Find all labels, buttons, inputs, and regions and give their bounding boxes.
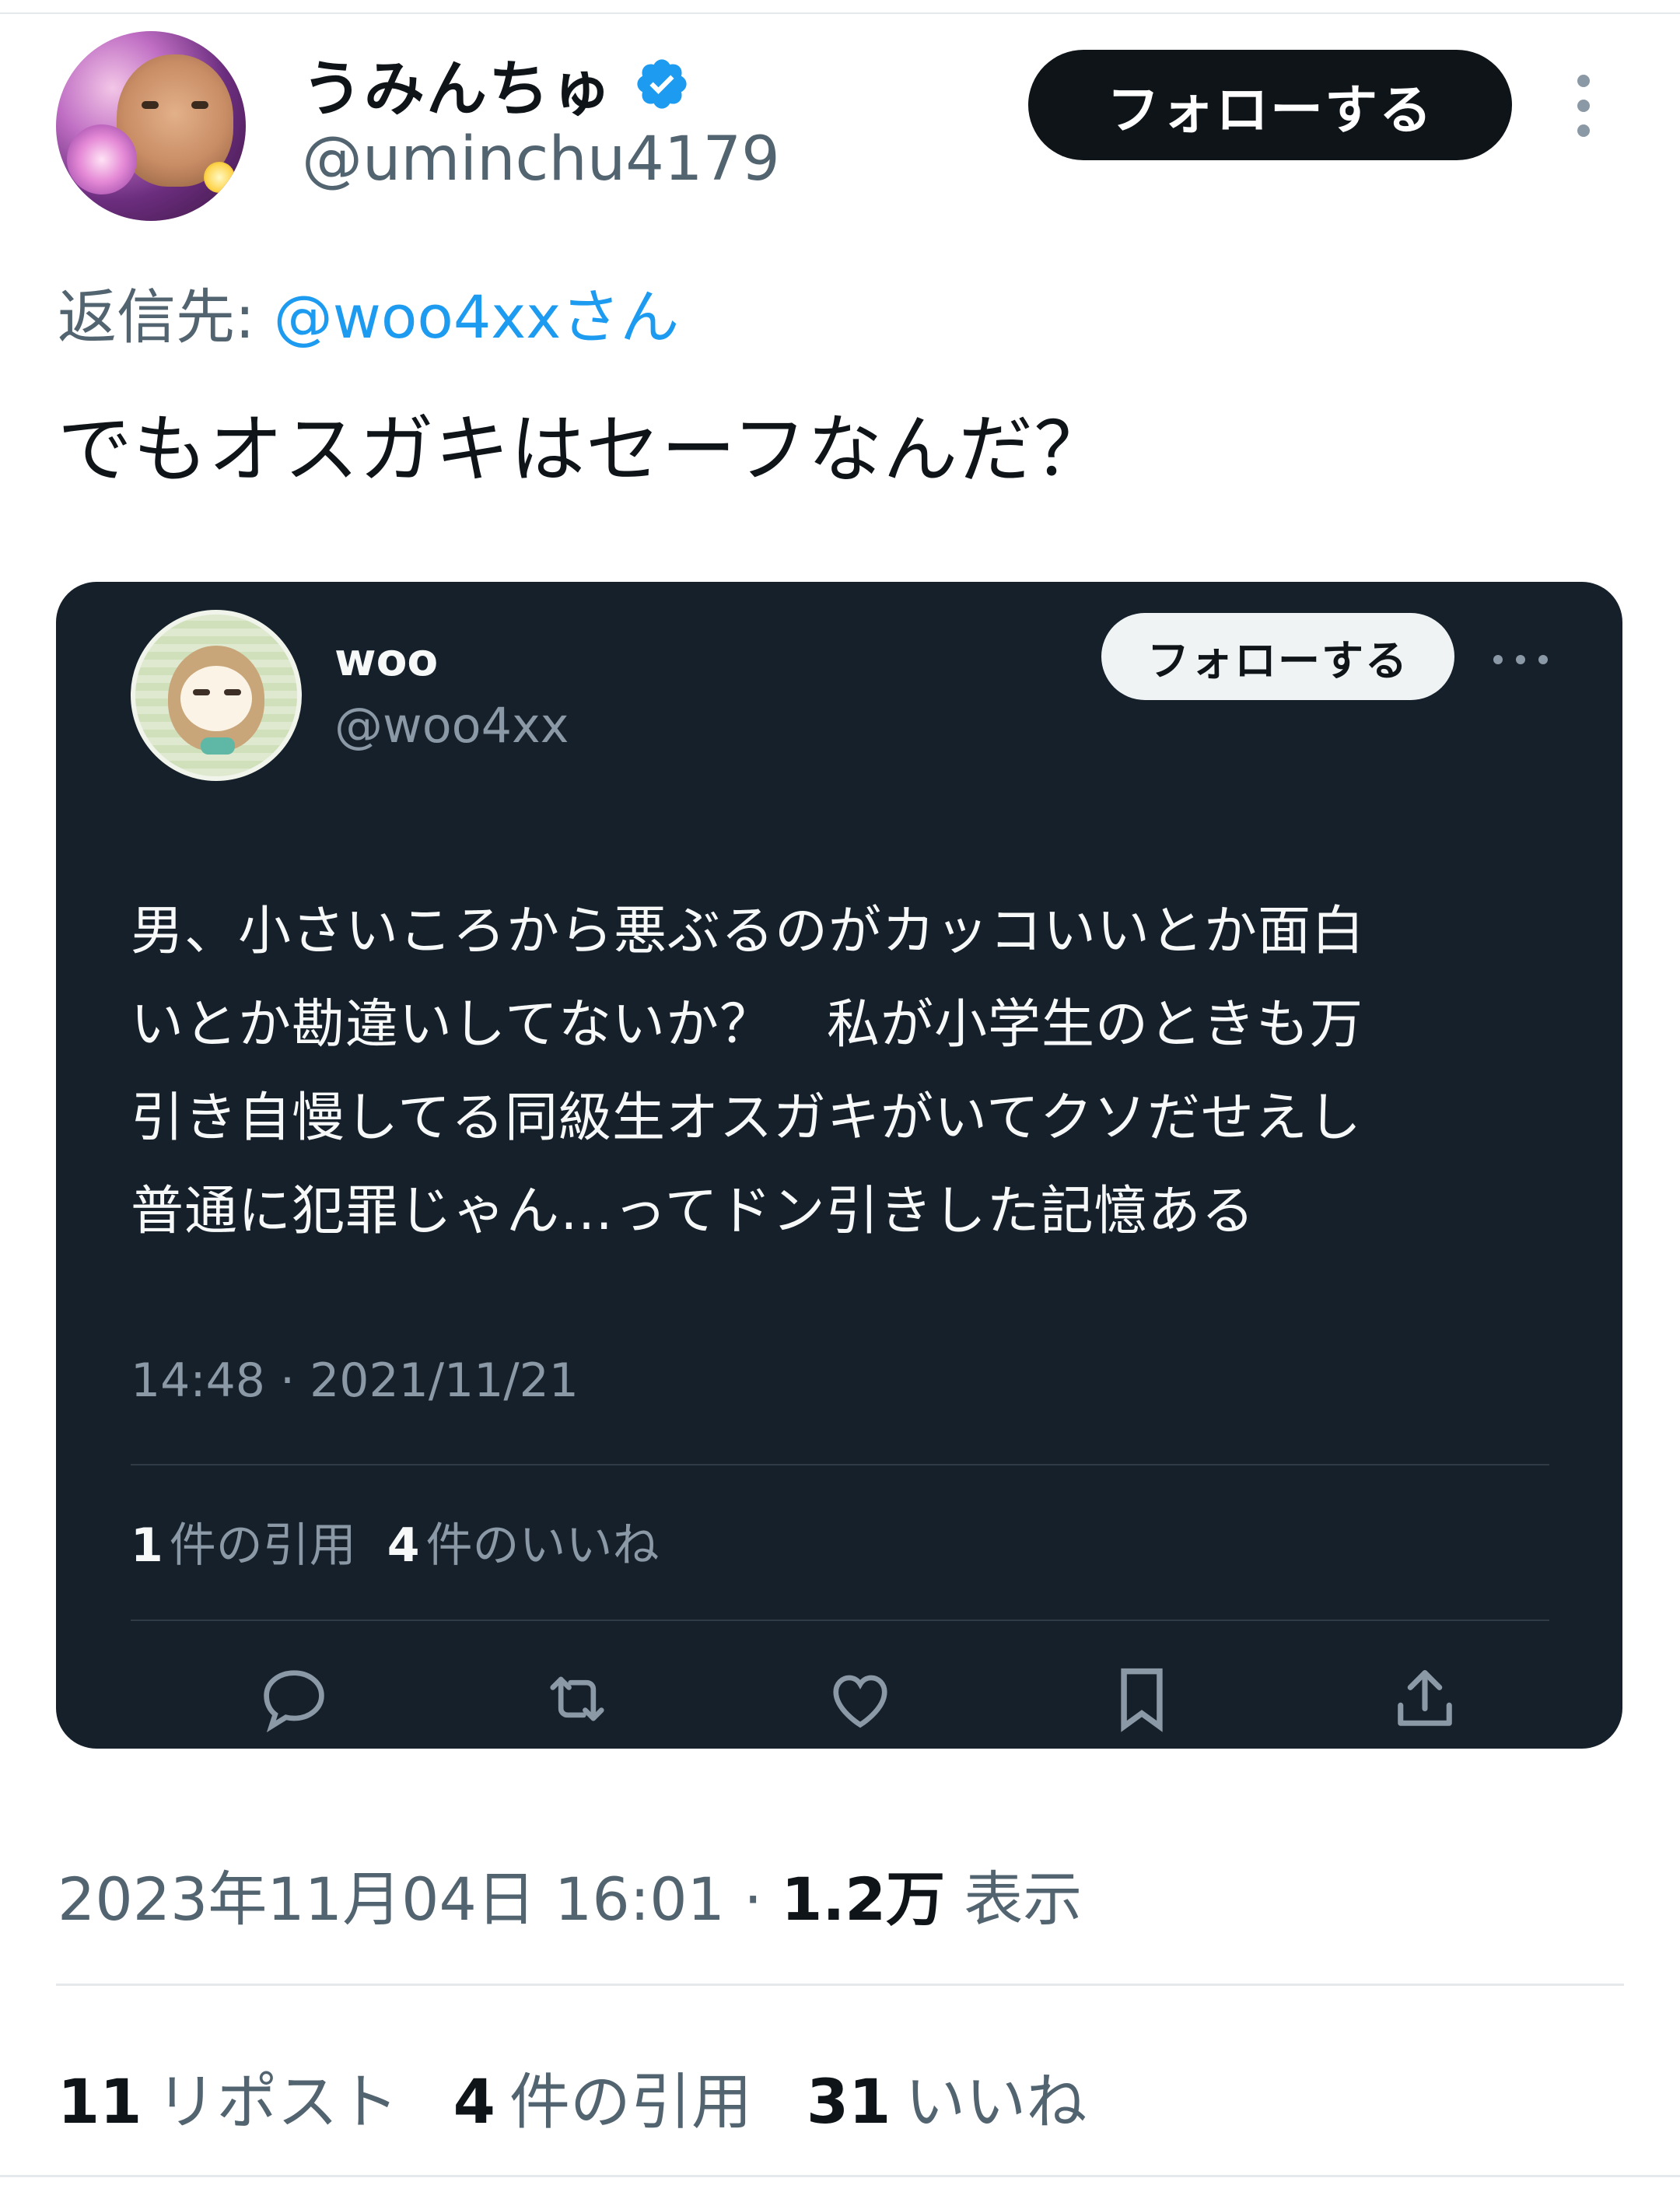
author-display-name[interactable]: うみんちゅ [302,40,613,128]
views-label: 表示 [945,1865,1083,1934]
stats-divider [56,1984,1624,1986]
quoted-tweet-card[interactable]: woo @woo4xx フォローする 男、小さいころから悪ぶるのがカッコいいとか… [56,582,1622,1749]
quoted-text-line: いとか勘違いしてないか？ 私が小学生のときも万 [131,994,1363,1056]
views-count: 1.2万 [781,1865,946,1934]
reply-to-prefix: 返信先: [58,282,274,352]
quoted-tweet-text: 男、小さいころから悪ぶるのがカッコいいとか面白 いとか勘違いしてないか？ 私が小… [131,885,1554,1259]
quoted-action-bar [56,1660,1622,1746]
quoted-author-name[interactable]: woo [334,633,438,686]
likes-count: 31 [806,2068,891,2138]
likes-stat[interactable]: 31 いいね [807,2054,1087,2141]
share-icon[interactable] [1386,1660,1464,1738]
reply-icon[interactable] [255,1660,333,1738]
quoted-divider [131,1619,1549,1621]
quoted-text-line: 男、小さいころから悪ぶるのがカッコいいとか面白 [131,901,1366,962]
quoted-quotes-stat[interactable]: 1 件の引用 [131,1507,356,1575]
reposts-count: 11 [58,2068,142,2138]
retweet-icon[interactable] [538,1660,616,1738]
quoted-author-handle[interactable]: @woo4xx [334,697,569,754]
top-divider [0,0,1680,14]
quoted-divider [131,1464,1549,1465]
quotes-stat[interactable]: 4 件の引用 [453,2054,752,2141]
follow-button[interactable]: フォローする [1028,50,1512,160]
quoted-likes-label: 件のいいね [425,1518,660,1573]
bottom-divider [0,2175,1680,2177]
author-name-row: うみんちゅ [302,40,691,128]
avatar-bead [204,162,235,193]
tweet-text: でもオスガキはセーフなんだ？ [58,406,1110,493]
quoted-timestamp[interactable]: 14:48 · 2021/11/21 [131,1353,579,1408]
like-icon[interactable] [821,1660,899,1738]
owl-face [180,666,252,731]
tweet-meta: 2023年11月04日 16:01 · 1.2万 表示 [58,1851,1082,1937]
quotes-count: 4 [453,2068,495,2138]
more-options-icon[interactable] [1568,75,1599,137]
quoted-text-line: 引き自慢してる同級生オスガキがいてクソだせえし [131,1087,1362,1149]
quotes-label: 件の引用 [509,2068,752,2138]
bookmark-icon[interactable] [1103,1660,1181,1738]
quoted-quotes-label: 件の引用 [169,1518,356,1573]
owl-eye-left [193,689,210,695]
reposts-stat[interactable]: 11 リポスト [58,2054,399,2141]
reply-to-line: 返信先: @woo4xxさん [58,269,679,355]
author-handle[interactable]: @uminchu4179 [302,124,780,194]
quoted-likes-stat[interactable]: 4 件のいいね [387,1507,660,1575]
owl-eye-right [224,689,241,695]
avatar-flower [67,124,137,194]
reposts-label: リポスト [156,2068,399,2138]
quoted-quotes-count: 1 [131,1518,163,1573]
tweet-stats: 11 リポスト 4 件の引用 31 いいね [58,2054,1087,2141]
quoted-follow-button[interactable]: フォローする [1101,613,1454,700]
quoted-stats: 1 件の引用 4 件のいいね [131,1507,660,1575]
quoted-more-options-icon[interactable] [1493,655,1548,667]
quoted-text-line: 普通に犯罪じゃん…ってドン引きした記憶ある [131,1181,1255,1242]
quoted-likes-count: 4 [387,1518,420,1573]
reply-to-mention[interactable]: @woo4xxさん [274,282,679,352]
likes-label: いいね [905,2068,1087,2138]
tweet-timestamp[interactable]: 2023年11月04日 16:01 · [58,1865,781,1934]
quoted-author-avatar[interactable] [131,610,302,781]
owl-bowtie [201,737,235,755]
verified-badge-icon [637,59,687,109]
author-avatar[interactable] [56,31,246,221]
